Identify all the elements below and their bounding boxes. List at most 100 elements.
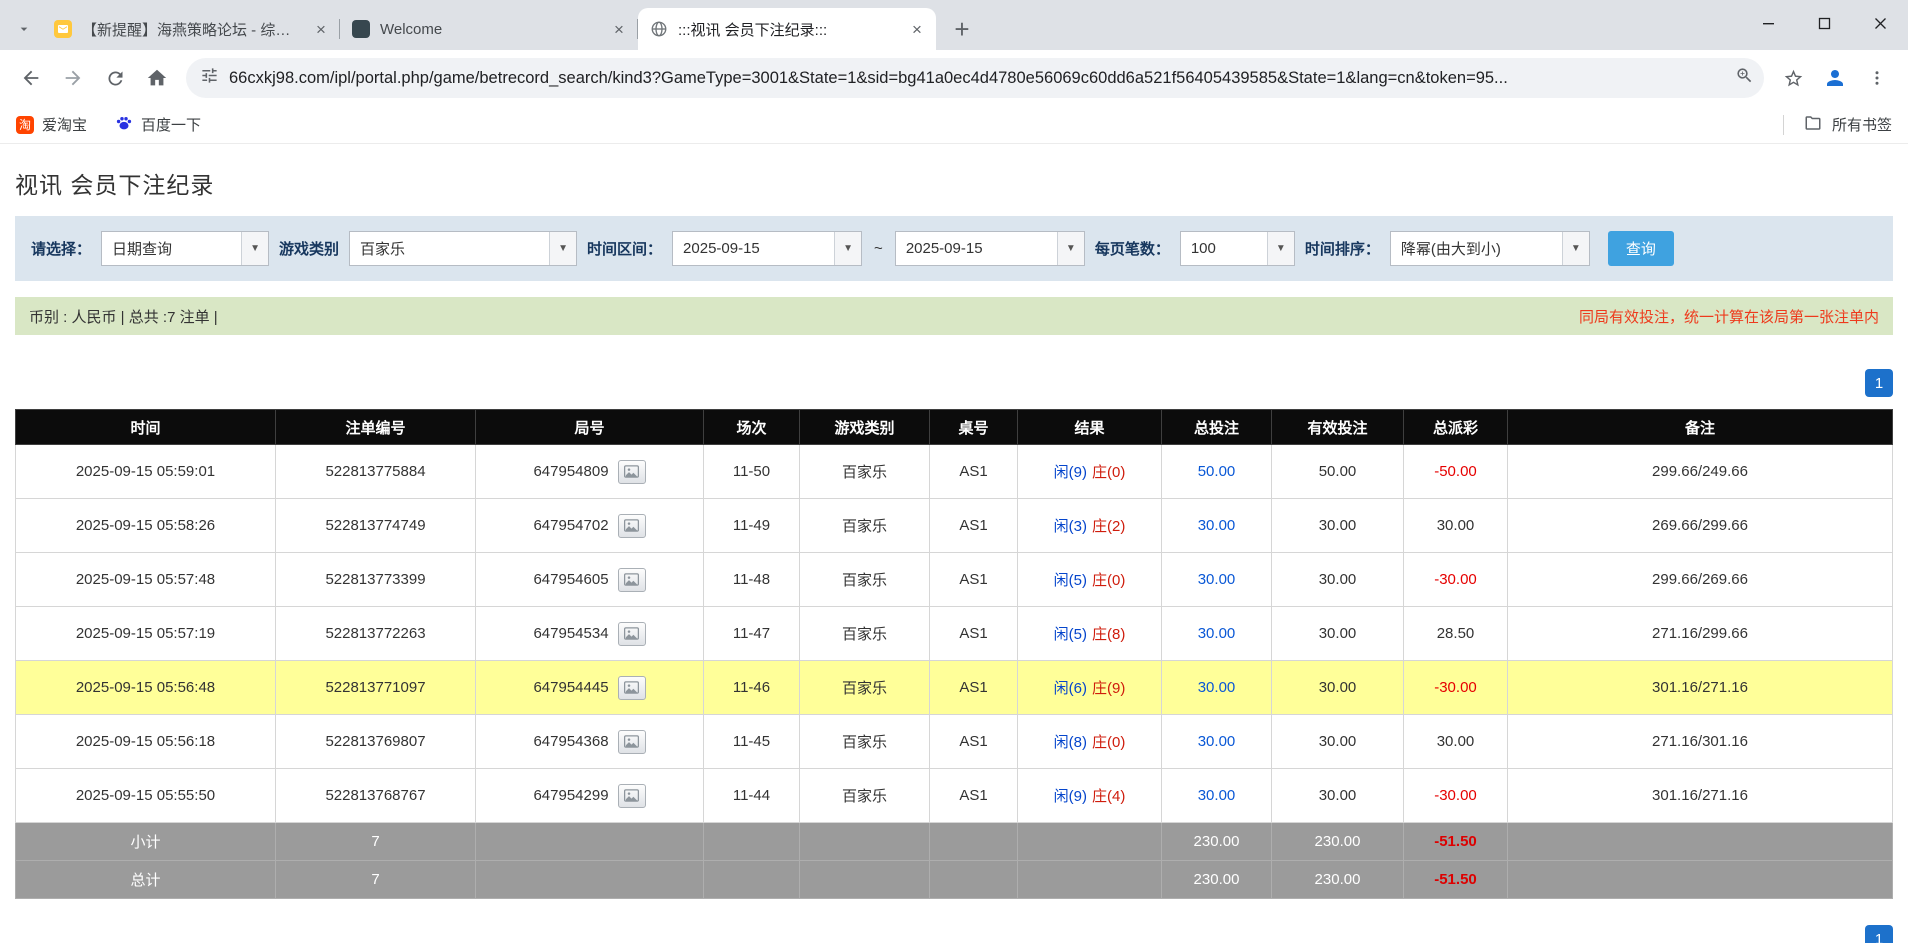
table-row: 2025-09-15 05:57:19 522813772263 6479545… (16, 607, 1893, 661)
cell-valid-bet: 30.00 (1272, 499, 1404, 553)
round-result-image-icon[interactable] (618, 568, 646, 592)
cell-bet-id: 522813774749 (276, 499, 476, 553)
empty-cell (1508, 861, 1893, 899)
cell-time: 2025-09-15 05:57:48 (16, 553, 276, 607)
cell-total-bet[interactable]: 50.00 (1162, 445, 1272, 499)
window-maximize-button[interactable] (1796, 0, 1852, 46)
site-settings-icon[interactable] (200, 66, 219, 90)
cell-time: 2025-09-15 05:59:01 (16, 445, 276, 499)
chevron-down-icon: ▼ (549, 232, 576, 265)
cell-total-bet[interactable]: 30.00 (1162, 715, 1272, 769)
query-type-label: 请选择： (31, 238, 91, 259)
cell-note: 271.16/299.66 (1508, 607, 1893, 661)
bookmark-baidu[interactable]: 百度一下 (115, 114, 201, 136)
tab-forum[interactable]: 【新提醒】海燕策略论坛 - 综合… × (42, 8, 340, 50)
bookmark-star-icon[interactable] (1772, 57, 1814, 99)
tab-close-icon[interactable]: × (608, 18, 630, 40)
round-result-image-icon[interactable] (618, 730, 646, 754)
total-count: 7 (276, 861, 476, 899)
round-result-image-icon[interactable] (618, 676, 646, 700)
new-tab-button[interactable]: + (944, 11, 980, 47)
cell-bet-id: 522813768767 (276, 769, 476, 823)
menu-kebab-icon[interactable] (1856, 57, 1898, 99)
game-type-select[interactable]: 百家乐 ▼ (349, 231, 577, 266)
sort-order-select[interactable]: 降幂(由大到小) ▼ (1390, 231, 1590, 266)
address-bar[interactable]: 66cxkj98.com/ipl/portal.php/game/betreco… (186, 58, 1764, 98)
forward-button[interactable] (52, 57, 94, 99)
tab-bet-record[interactable]: :::视讯 会员下注纪录::: × (638, 8, 936, 50)
filter-bar: 请选择： 日期查询 ▼ 游戏类别 百家乐 ▼ 时间区间： 2025-09-15 … (15, 216, 1893, 281)
round-result-image-icon[interactable] (618, 514, 646, 538)
chevron-down-icon: ▼ (1267, 232, 1294, 265)
tab-close-icon[interactable]: × (310, 18, 332, 40)
reload-button[interactable] (94, 57, 136, 99)
page-number-button[interactable]: 1 (1865, 369, 1893, 397)
home-button[interactable] (136, 57, 178, 99)
column-header: 总投注 (1162, 410, 1272, 445)
chevron-down-icon: ▼ (834, 232, 861, 265)
result-player: 闲(9) (1054, 788, 1087, 805)
cell-payout: 30.00 (1404, 499, 1508, 553)
column-header: 局号 (476, 410, 704, 445)
cell-session: 11-47 (704, 607, 800, 661)
cell-table-number: AS1 (930, 445, 1018, 499)
round-number: 647954605 (533, 571, 608, 588)
column-header: 有效投注 (1272, 410, 1404, 445)
cell-payout: -30.00 (1404, 769, 1508, 823)
cell-valid-bet: 50.00 (1272, 445, 1404, 499)
cell-result: 闲(3)庄(2) (1018, 499, 1162, 553)
round-result-image-icon[interactable] (618, 460, 646, 484)
column-header: 场次 (704, 410, 800, 445)
bookmark-taobao[interactable]: 淘 爱淘宝 (16, 114, 87, 135)
cell-result: 闲(9)庄(4) (1018, 769, 1162, 823)
back-button[interactable] (10, 57, 52, 99)
profile-icon[interactable] (1814, 57, 1856, 99)
cell-session: 11-44 (704, 769, 800, 823)
cell-note: 269.66/299.66 (1508, 499, 1893, 553)
cell-total-bet[interactable]: 30.00 (1162, 661, 1272, 715)
date-to-select[interactable]: 2025-09-15 ▼ (895, 231, 1085, 266)
total-label: 总计 (16, 861, 276, 899)
date-from-select[interactable]: 2025-09-15 ▼ (672, 231, 862, 266)
taobao-icon: 淘 (16, 116, 34, 134)
window-minimize-button[interactable] (1740, 0, 1796, 46)
tab-close-icon[interactable]: × (906, 18, 928, 40)
empty-cell (1508, 823, 1893, 861)
cell-total-bet[interactable]: 30.00 (1162, 769, 1272, 823)
result-player: 闲(9) (1054, 464, 1087, 481)
chevron-down-icon[interactable] (6, 8, 42, 50)
empty-cell (704, 823, 800, 861)
cell-total-bet[interactable]: 30.00 (1162, 607, 1272, 661)
game-type-label: 游戏类别 (279, 238, 339, 259)
cell-game-type: 百家乐 (800, 445, 930, 499)
cell-result: 闲(9)庄(0) (1018, 445, 1162, 499)
bookmarks-bar: 淘 爱淘宝 百度一下 所有书签 (0, 106, 1908, 144)
table-header-row: 时间注单编号局号场次游戏类别桌号结果总投注有效投注总派彩备注 (16, 410, 1893, 445)
page-size-select[interactable]: 100 ▼ (1180, 231, 1295, 266)
round-result-image-icon[interactable] (618, 622, 646, 646)
cell-note: 301.16/271.16 (1508, 661, 1893, 715)
round-result-image-icon[interactable] (618, 784, 646, 808)
zoom-icon[interactable] (1735, 66, 1754, 90)
query-type-select[interactable]: 日期查询 ▼ (101, 231, 269, 266)
round-number: 647954445 (533, 679, 608, 696)
subtotal-label: 小计 (16, 823, 276, 861)
page-number-button[interactable]: 1 (1865, 925, 1893, 943)
search-button[interactable]: 查询 (1608, 231, 1674, 266)
tab-welcome[interactable]: Welcome × (340, 8, 638, 50)
cell-total-bet[interactable]: 30.00 (1162, 553, 1272, 607)
divider (1783, 115, 1784, 135)
globe-favicon-icon (650, 20, 668, 38)
cell-time: 2025-09-15 05:56:48 (16, 661, 276, 715)
cell-bet-id: 522813769807 (276, 715, 476, 769)
window-controls (1740, 0, 1908, 46)
window-close-button[interactable] (1852, 0, 1908, 46)
cell-table-number: AS1 (930, 769, 1018, 823)
cell-valid-bet: 30.00 (1272, 607, 1404, 661)
empty-cell (800, 823, 930, 861)
total-payout: -51.50 (1404, 861, 1508, 899)
round-number: 647954299 (533, 787, 608, 804)
round-number: 647954368 (533, 733, 608, 750)
all-bookmarks[interactable]: 所有书签 (1783, 114, 1892, 136)
cell-total-bet[interactable]: 30.00 (1162, 499, 1272, 553)
